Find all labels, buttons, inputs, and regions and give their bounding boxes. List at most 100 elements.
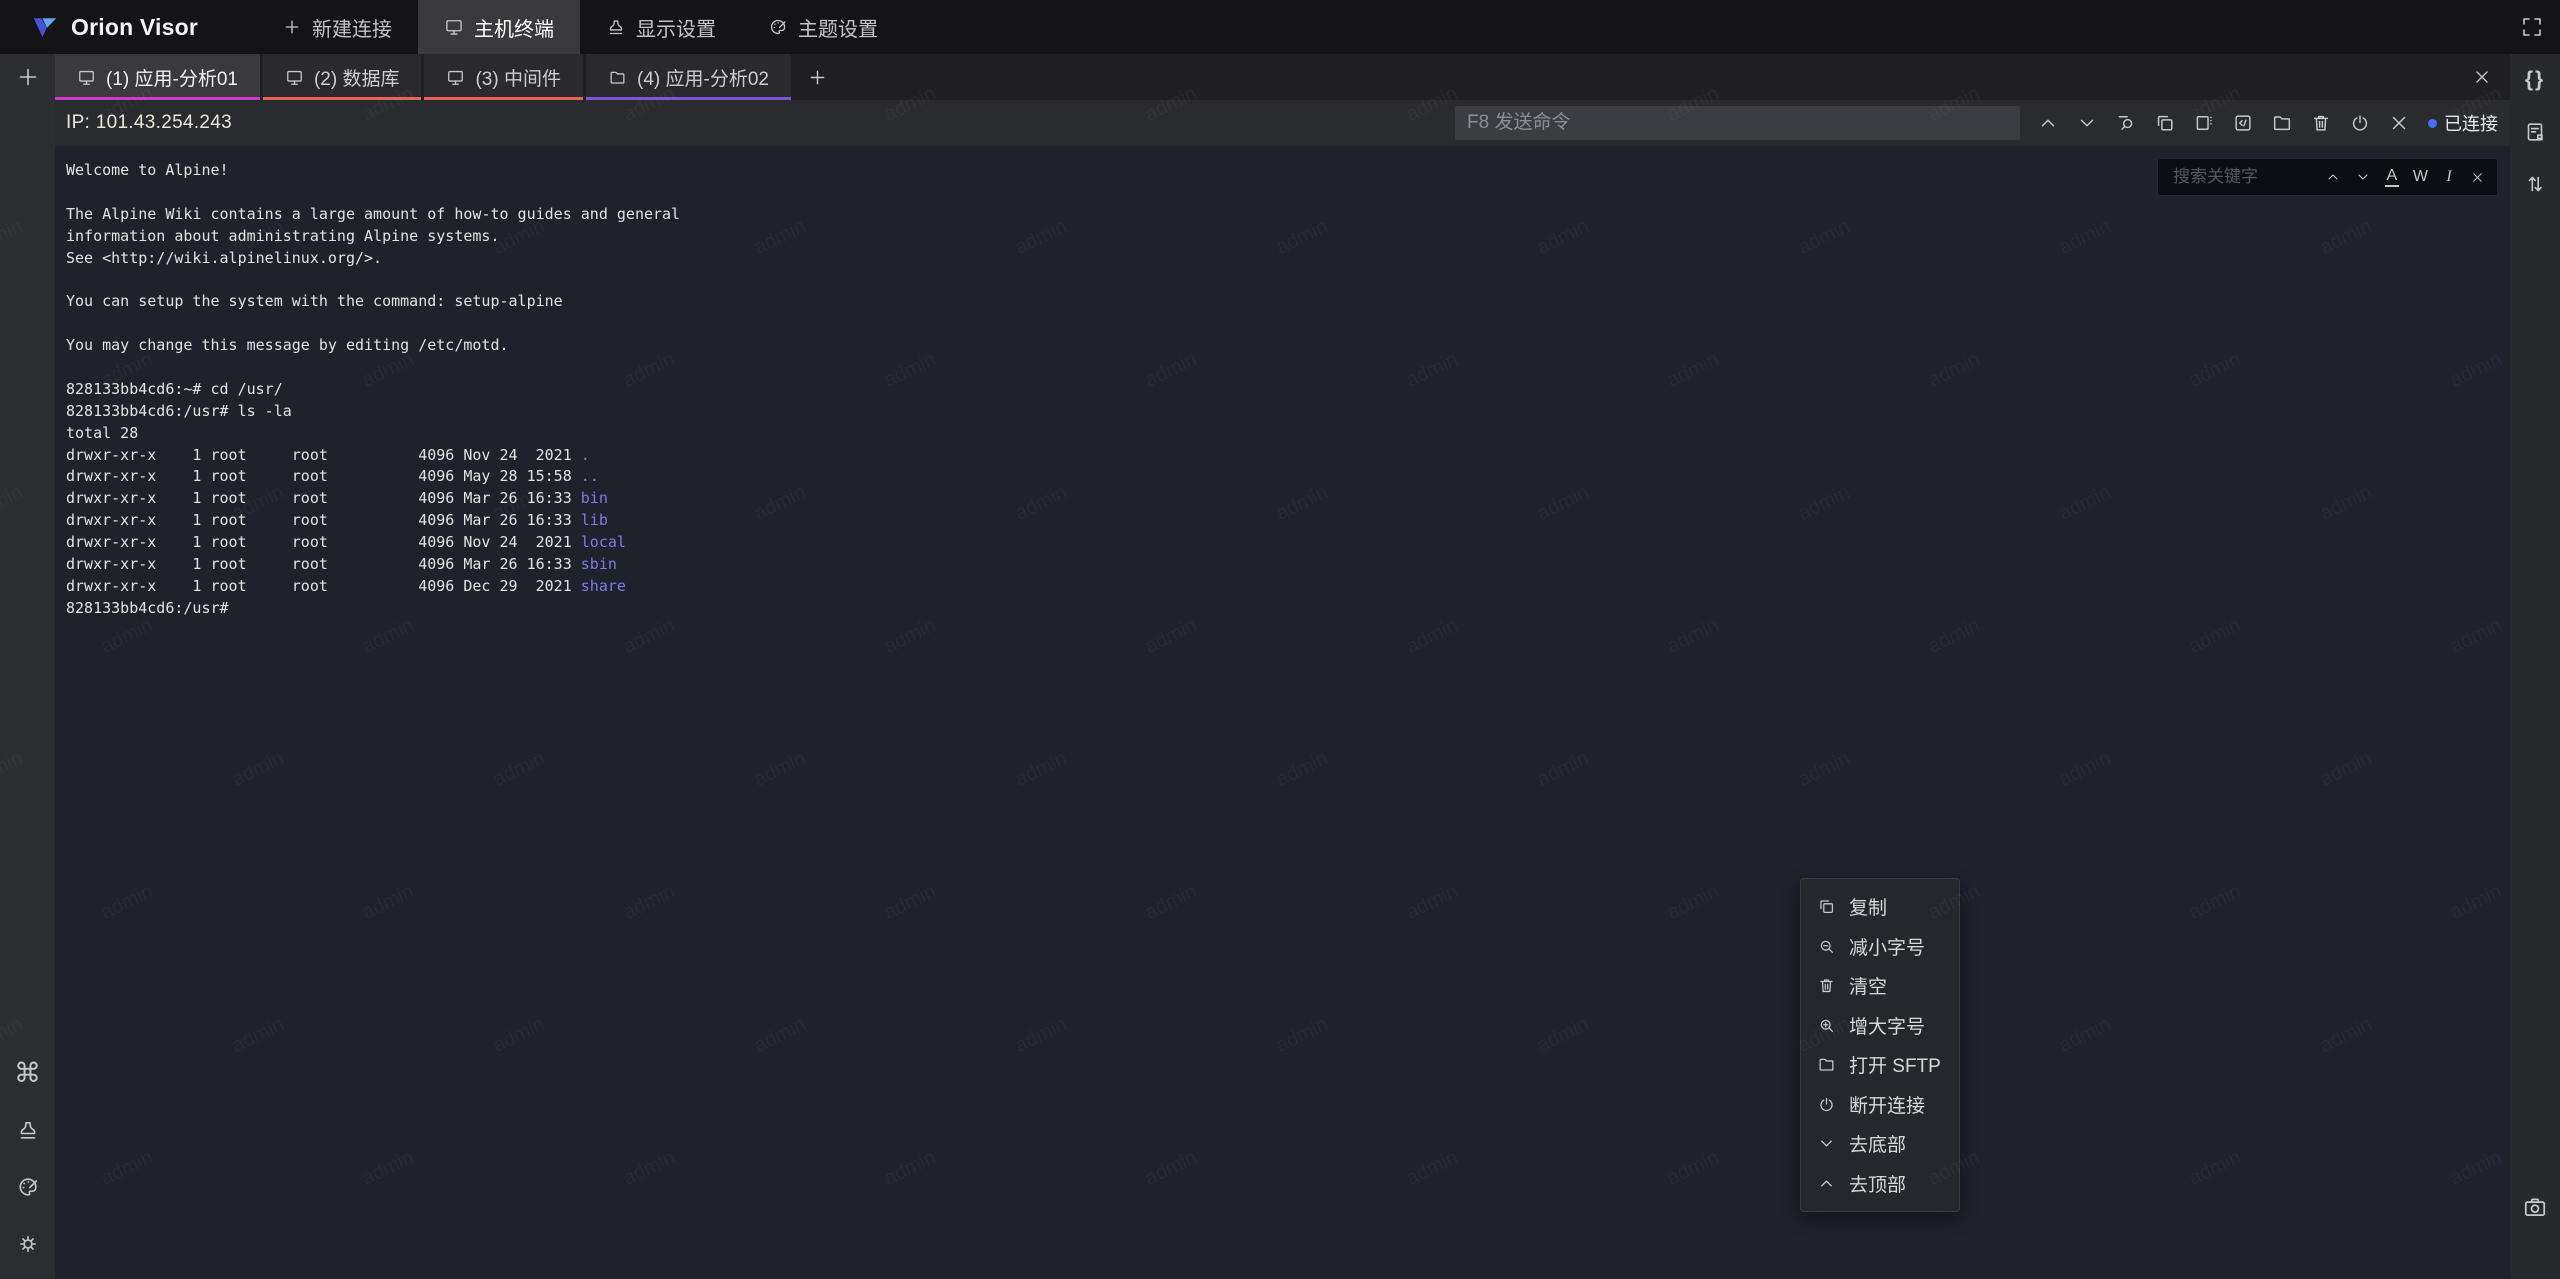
connection-status: 已连接	[2428, 110, 2498, 136]
terminal-line	[66, 270, 680, 292]
braces-icon: {}	[2525, 68, 2545, 92]
zoom-out-icon	[1816, 936, 1836, 956]
terminal-screen[interactable]: Welcome to Alpine!The Alpine Wiki contai…	[55, 146, 2510, 1279]
display-settings-button[interactable]	[11, 1115, 45, 1145]
sort-order-button[interactable]	[2518, 158, 2552, 210]
terminal-line: drwxr-xr-x 1 root root 4096 Mar 26 16:33…	[66, 489, 680, 511]
clear-button[interactable]	[2307, 108, 2335, 138]
search-button[interactable]	[2112, 108, 2140, 138]
chevron-up-icon	[2037, 112, 2059, 134]
copy-button[interactable]	[2151, 108, 2179, 138]
theme-button[interactable]	[11, 1172, 45, 1202]
tabbar-close-button[interactable]	[2454, 54, 2510, 100]
trash-icon	[2310, 112, 2332, 134]
app-title: Orion Visor	[71, 14, 198, 41]
menu-item-label: 去底部	[1849, 1130, 1906, 1157]
fullscreen-icon	[2520, 15, 2544, 39]
snippet-button[interactable]	[2229, 108, 2257, 138]
logo[interactable]: Orion Visor	[0, 12, 198, 42]
terminal-tabbar: (1) 应用-分析01 (2) 数据库 (3) 中间件	[55, 54, 2510, 100]
search-keyword-input[interactable]	[2171, 166, 2317, 188]
zoom-in-icon	[1816, 1015, 1836, 1035]
match-case-toggle[interactable]: A	[2385, 168, 2399, 187]
tab-underline	[424, 97, 583, 100]
folder-sftp-icon	[2271, 112, 2293, 134]
gear-icon	[16, 1232, 40, 1256]
fullscreen-button[interactable]	[2504, 0, 2560, 54]
main-area: (1) 应用-分析01 (2) 数据库 (3) 中间件	[55, 54, 2510, 1279]
menu-item-label: 去顶部	[1849, 1170, 1906, 1197]
paste-button[interactable]	[2190, 108, 2218, 138]
search-panel-buttons: A W I	[2325, 168, 2485, 187]
new-terminal-button[interactable]	[0, 54, 55, 100]
menu-item-display-settings[interactable]: 显示设置	[580, 0, 742, 54]
menu-item-label: 增大字号	[1849, 1012, 1925, 1039]
terminal-line: drwxr-xr-x 1 root root 4096 Nov 24 2021 …	[66, 533, 680, 555]
menu-item-copy[interactable]: 复制	[1801, 887, 1959, 927]
menu-item-increase-font[interactable]: 增大字号	[1801, 1006, 1959, 1046]
menu-item-label: 打开 SFTP	[1849, 1051, 1941, 1078]
terminal-line: See <http://wiki.alpinelinux.org/>.	[66, 249, 680, 271]
left-sidebar: ⌘	[0, 54, 55, 1279]
tab-middleware[interactable]: (3) 中间件	[424, 54, 583, 100]
tab-app-analysis-02[interactable]: (4) 应用-分析02	[586, 54, 791, 100]
add-tab-button[interactable]	[794, 54, 842, 100]
screenshot-button[interactable]	[2518, 1181, 2552, 1233]
tab-app-analysis-01[interactable]: (1) 应用-分析01	[55, 54, 260, 100]
status-dot	[2428, 119, 2437, 128]
terminal-line: drwxr-xr-x 1 root root 4096 Mar 26 16:33…	[66, 555, 680, 577]
chevron-down-icon	[2076, 112, 2098, 134]
send-command-input[interactable]	[1455, 106, 2020, 140]
sftp-button[interactable]	[2268, 108, 2296, 138]
menu-item-open-sftp[interactable]: 打开 SFTP	[1801, 1045, 1959, 1085]
ip-address-label: IP: 101.43.254.243	[66, 112, 232, 134]
terminal-search-panel: A W I	[2157, 158, 2498, 196]
menu-item-host-terminal[interactable]: 主机终端	[418, 0, 580, 54]
terminal-line	[66, 358, 680, 380]
whole-word-toggle[interactable]: W	[2413, 169, 2428, 185]
power-icon	[2349, 112, 2371, 134]
search-prev-button[interactable]	[2325, 169, 2341, 185]
menu-item-go-bottom[interactable]: 去底部	[1801, 1124, 1959, 1164]
menu-item-decrease-font[interactable]: 减小字号	[1801, 927, 1959, 967]
shortcut-keys-button[interactable]: ⌘	[11, 1058, 45, 1088]
tab-underline	[263, 97, 422, 100]
close-terminal-button[interactable]	[2385, 108, 2413, 138]
tab-database[interactable]: (2) 数据库	[263, 54, 422, 100]
sort-arrows-icon	[2523, 172, 2547, 196]
terminal-line: drwxr-xr-x 1 root root 4096 Nov 24 2021 …	[66, 446, 680, 468]
command-bookmark-button[interactable]	[2518, 106, 2552, 158]
copy-icon	[2154, 112, 2176, 134]
terminal-line: The Alpine Wiki contains a large amount …	[66, 205, 680, 227]
tab-label: (4) 应用-分析02	[637, 64, 769, 91]
menu-item-disconnect[interactable]: 断开连接	[1801, 1085, 1959, 1125]
copy-icon	[1816, 897, 1836, 917]
terminal-line: information about administrating Alpine …	[66, 227, 680, 249]
tab-label: (1) 应用-分析01	[106, 64, 238, 91]
terminal-line: 828133bb4cd6:/usr# ls -la	[66, 402, 680, 424]
terminal-line: You may change this message by editing /…	[66, 336, 680, 358]
menu-item-new-connection[interactable]: 新建连接	[256, 0, 418, 54]
chevron-up-icon	[1816, 1173, 1836, 1193]
snippets-button[interactable]: {}	[2518, 54, 2552, 106]
regex-toggle[interactable]: I	[2442, 169, 2456, 185]
settings-button[interactable]	[11, 1229, 45, 1259]
camera-icon	[2522, 1194, 2548, 1220]
scroll-up-button[interactable]	[2034, 108, 2062, 138]
menu-item-clear[interactable]: 清空	[1801, 966, 1959, 1006]
menu-item-theme-settings[interactable]: 主题设置	[742, 0, 904, 54]
scroll-down-button[interactable]	[2073, 108, 2101, 138]
search-next-button[interactable]	[2355, 169, 2371, 185]
menu-item-go-top[interactable]: 去顶部	[1801, 1164, 1959, 1204]
plus-icon	[16, 65, 40, 89]
stamp-icon	[16, 1118, 40, 1142]
tab-underline	[586, 97, 791, 100]
plus-icon	[807, 67, 828, 88]
close-x-icon	[2472, 67, 2492, 87]
palette-icon	[16, 1175, 40, 1199]
search-close-button[interactable]	[2470, 170, 2485, 185]
menu-label: 主机终端	[474, 13, 554, 42]
terminal-line: total 28	[66, 424, 680, 446]
status-label: 已连接	[2444, 110, 2498, 136]
disconnect-button[interactable]	[2346, 108, 2374, 138]
